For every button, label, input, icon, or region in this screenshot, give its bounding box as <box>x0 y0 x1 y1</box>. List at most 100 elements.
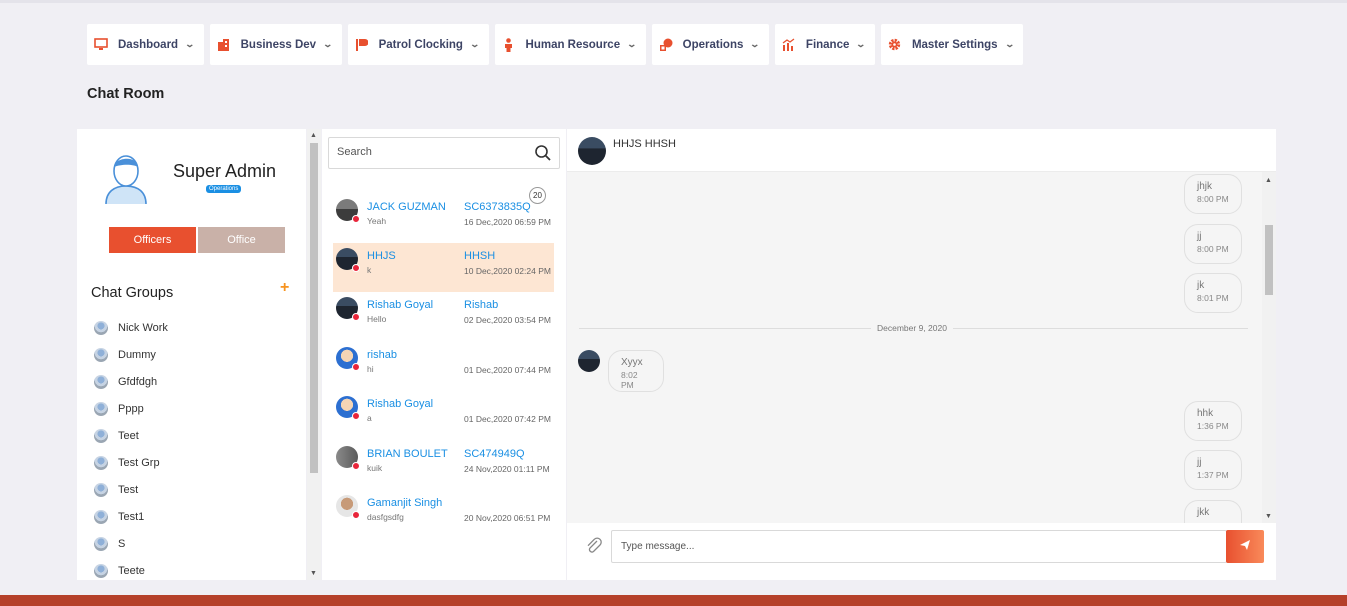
contact-item[interactable]: JACK GUZMAN Yeah SC6373835Q 16 Dec,2020 … <box>333 187 554 243</box>
search-input[interactable] <box>337 146 527 158</box>
status-dot <box>352 313 360 321</box>
contact-id: HHSH <box>464 250 496 262</box>
contact-item[interactable]: Rishab Goyal a 01 Dec,2020 07:42 PM <box>333 391 554 440</box>
group-name: Test <box>118 483 139 496</box>
group-avatar-icon <box>94 536 108 551</box>
nav-business-dev[interactable]: Business Dev ⌄ <box>209 24 342 65</box>
message-date: 16 Dec,2020 06:59 PM <box>464 217 551 227</box>
group-item[interactable]: Test <box>94 476 168 503</box>
outgoing-message: jj 1:37 PM <box>1184 450 1242 490</box>
operations-icon <box>658 37 674 53</box>
group-name: Dummy <box>118 348 156 361</box>
chevron-down-icon: ⌄ <box>184 39 196 49</box>
nav-label: Operations <box>682 38 744 51</box>
group-avatar-icon <box>94 509 108 524</box>
main-nav: Dashboard ⌄ Business Dev ⌄ Patrol Clocking… <box>87 24 1024 65</box>
chat-partner-name: HHJS HHSH <box>613 138 676 150</box>
contact-name: Rishab Goyal <box>367 299 434 311</box>
group-avatar-icon <box>94 482 108 497</box>
profile-name: Super Admin <box>173 161 277 181</box>
group-item[interactable]: Nick Work <box>94 314 168 341</box>
group-name: Gfdfdgh <box>118 375 158 388</box>
last-message: dasfgsdfg <box>367 512 404 522</box>
group-avatar-icon <box>94 563 108 578</box>
contact-list-panel: JACK GUZMAN Yeah SC6373835Q 16 Dec,2020 … <box>322 129 566 580</box>
officers-tab[interactable]: Officers <box>109 227 196 253</box>
gear-icon <box>887 37 903 53</box>
scroll-up-icon[interactable]: ▲ <box>310 132 317 139</box>
group-item[interactable]: Test Grp <box>94 449 168 476</box>
group-name: Test1 <box>118 510 145 523</box>
group-avatar-icon <box>94 428 108 443</box>
status-dot <box>352 511 360 519</box>
message-list: jhjk 8:00 PM jj 8:00 PM jk 8:01 PM December… <box>567 172 1262 523</box>
outgoing-message: jhjk 8:00 PM <box>1184 174 1242 214</box>
contact-item[interactable]: BRIAN BOULET kuik SC474949Q 24 Nov,2020 … <box>333 441 554 490</box>
group-item[interactable]: Pppp <box>94 395 168 422</box>
scroll-thumb[interactable] <box>310 143 318 473</box>
avatar <box>104 151 148 205</box>
message-time: 8:01 PM <box>1197 293 1229 303</box>
left-scrollbar[interactable]: ▲ ▼ <box>307 129 321 580</box>
message-text: jk <box>1197 280 1205 291</box>
message-text: Xyyx <box>621 357 643 368</box>
contact-item[interactable]: Rishab Goyal Hello Rishab 02 Dec,2020 03… <box>333 292 554 341</box>
scroll-thumb[interactable] <box>1265 225 1273 295</box>
group-item[interactable]: Test1 <box>94 503 168 530</box>
nav-master-settings[interactable]: Master Settings ⌄ <box>880 24 1024 65</box>
message-text: jhjk <box>1197 181 1213 192</box>
message-text: jj <box>1197 231 1202 242</box>
office-tab[interactable]: Office <box>198 227 285 253</box>
send-button[interactable] <box>1226 530 1264 563</box>
group-name: Test Grp <box>118 456 160 469</box>
group-item[interactable]: S <box>94 530 168 557</box>
group-name: Teete <box>118 564 145 577</box>
last-message: a <box>367 413 372 423</box>
last-message: k <box>367 265 372 275</box>
nav-operations[interactable]: Operations ⌄ <box>651 24 769 65</box>
group-item[interactable]: Teet <box>94 422 168 449</box>
message-date: 20 Nov,2020 06:51 PM <box>464 513 551 523</box>
contact-item[interactable]: HHJS k HHSH 10 Dec,2020 02:24 PM <box>333 243 554 292</box>
nav-patrol-clocking[interactable]: Patrol Clocking ⌄ <box>347 24 489 65</box>
nav-label: Business Dev <box>240 38 317 51</box>
chevron-down-icon: ⌄ <box>322 39 334 49</box>
message-text: jj <box>1197 457 1202 468</box>
nav-dashboard[interactable]: Dashboard ⌄ <box>87 24 204 65</box>
message-date: 02 Dec,2020 03:54 PM <box>464 315 551 325</box>
status-dot <box>352 363 360 371</box>
group-item[interactable]: Dummy <box>94 341 168 368</box>
contact-item[interactable]: rishab hi 01 Dec,2020 07:44 PM <box>333 342 554 391</box>
message-time: 8:02 PM <box>621 370 638 390</box>
search-icon[interactable] <box>534 144 552 162</box>
scroll-down-icon[interactable]: ▼ <box>1265 513 1272 520</box>
group-avatar-icon <box>94 455 108 470</box>
footer-bar <box>0 595 1347 606</box>
contact-item[interactable]: Gamanjit Singh dasfgsdfg 20 Nov,2020 06:… <box>333 490 554 539</box>
last-message: Yeah <box>367 216 387 226</box>
message-input[interactable] <box>611 530 1227 563</box>
group-list: Nick Work Dummy Gfdfdgh Pppp Teet Test G… <box>94 314 168 580</box>
scroll-down-icon[interactable]: ▼ <box>310 570 317 577</box>
nav-finance[interactable]: Finance ⌄ <box>774 24 875 65</box>
status-dot <box>352 264 360 272</box>
message-time: 1:36 PM <box>1197 421 1229 431</box>
add-group-button[interactable]: + <box>280 279 289 297</box>
avatar <box>578 137 606 165</box>
scroll-up-icon[interactable]: ▲ <box>1265 177 1272 184</box>
group-item[interactable]: Gfdfdgh <box>94 368 168 395</box>
chat-groups-title: Chat Groups <box>91 285 174 301</box>
chevron-down-icon: ⌄ <box>469 39 481 49</box>
paperclip-icon[interactable] <box>585 537 603 555</box>
message-date: 24 Nov,2020 01:11 PM <box>464 464 550 474</box>
message-date: 01 Dec,2020 07:44 PM <box>464 365 551 375</box>
group-item[interactable]: Teete <box>94 557 168 580</box>
nav-human-resource[interactable]: Human Resource ⌄ <box>494 24 646 65</box>
nav-label: Master Settings <box>911 38 998 51</box>
chat-panel: HHJS HHSH jhjk 8:00 PM jj 8:00 PM jk 8:01 P… <box>567 129 1276 580</box>
message-time: 8:00 PM <box>1197 194 1229 204</box>
chat-scrollbar[interactable]: ▲ ▼ <box>1262 172 1276 523</box>
person-icon <box>501 37 517 53</box>
chat-header: HHJS HHSH <box>567 129 1276 172</box>
chevron-down-icon: ⌄ <box>1004 39 1015 49</box>
